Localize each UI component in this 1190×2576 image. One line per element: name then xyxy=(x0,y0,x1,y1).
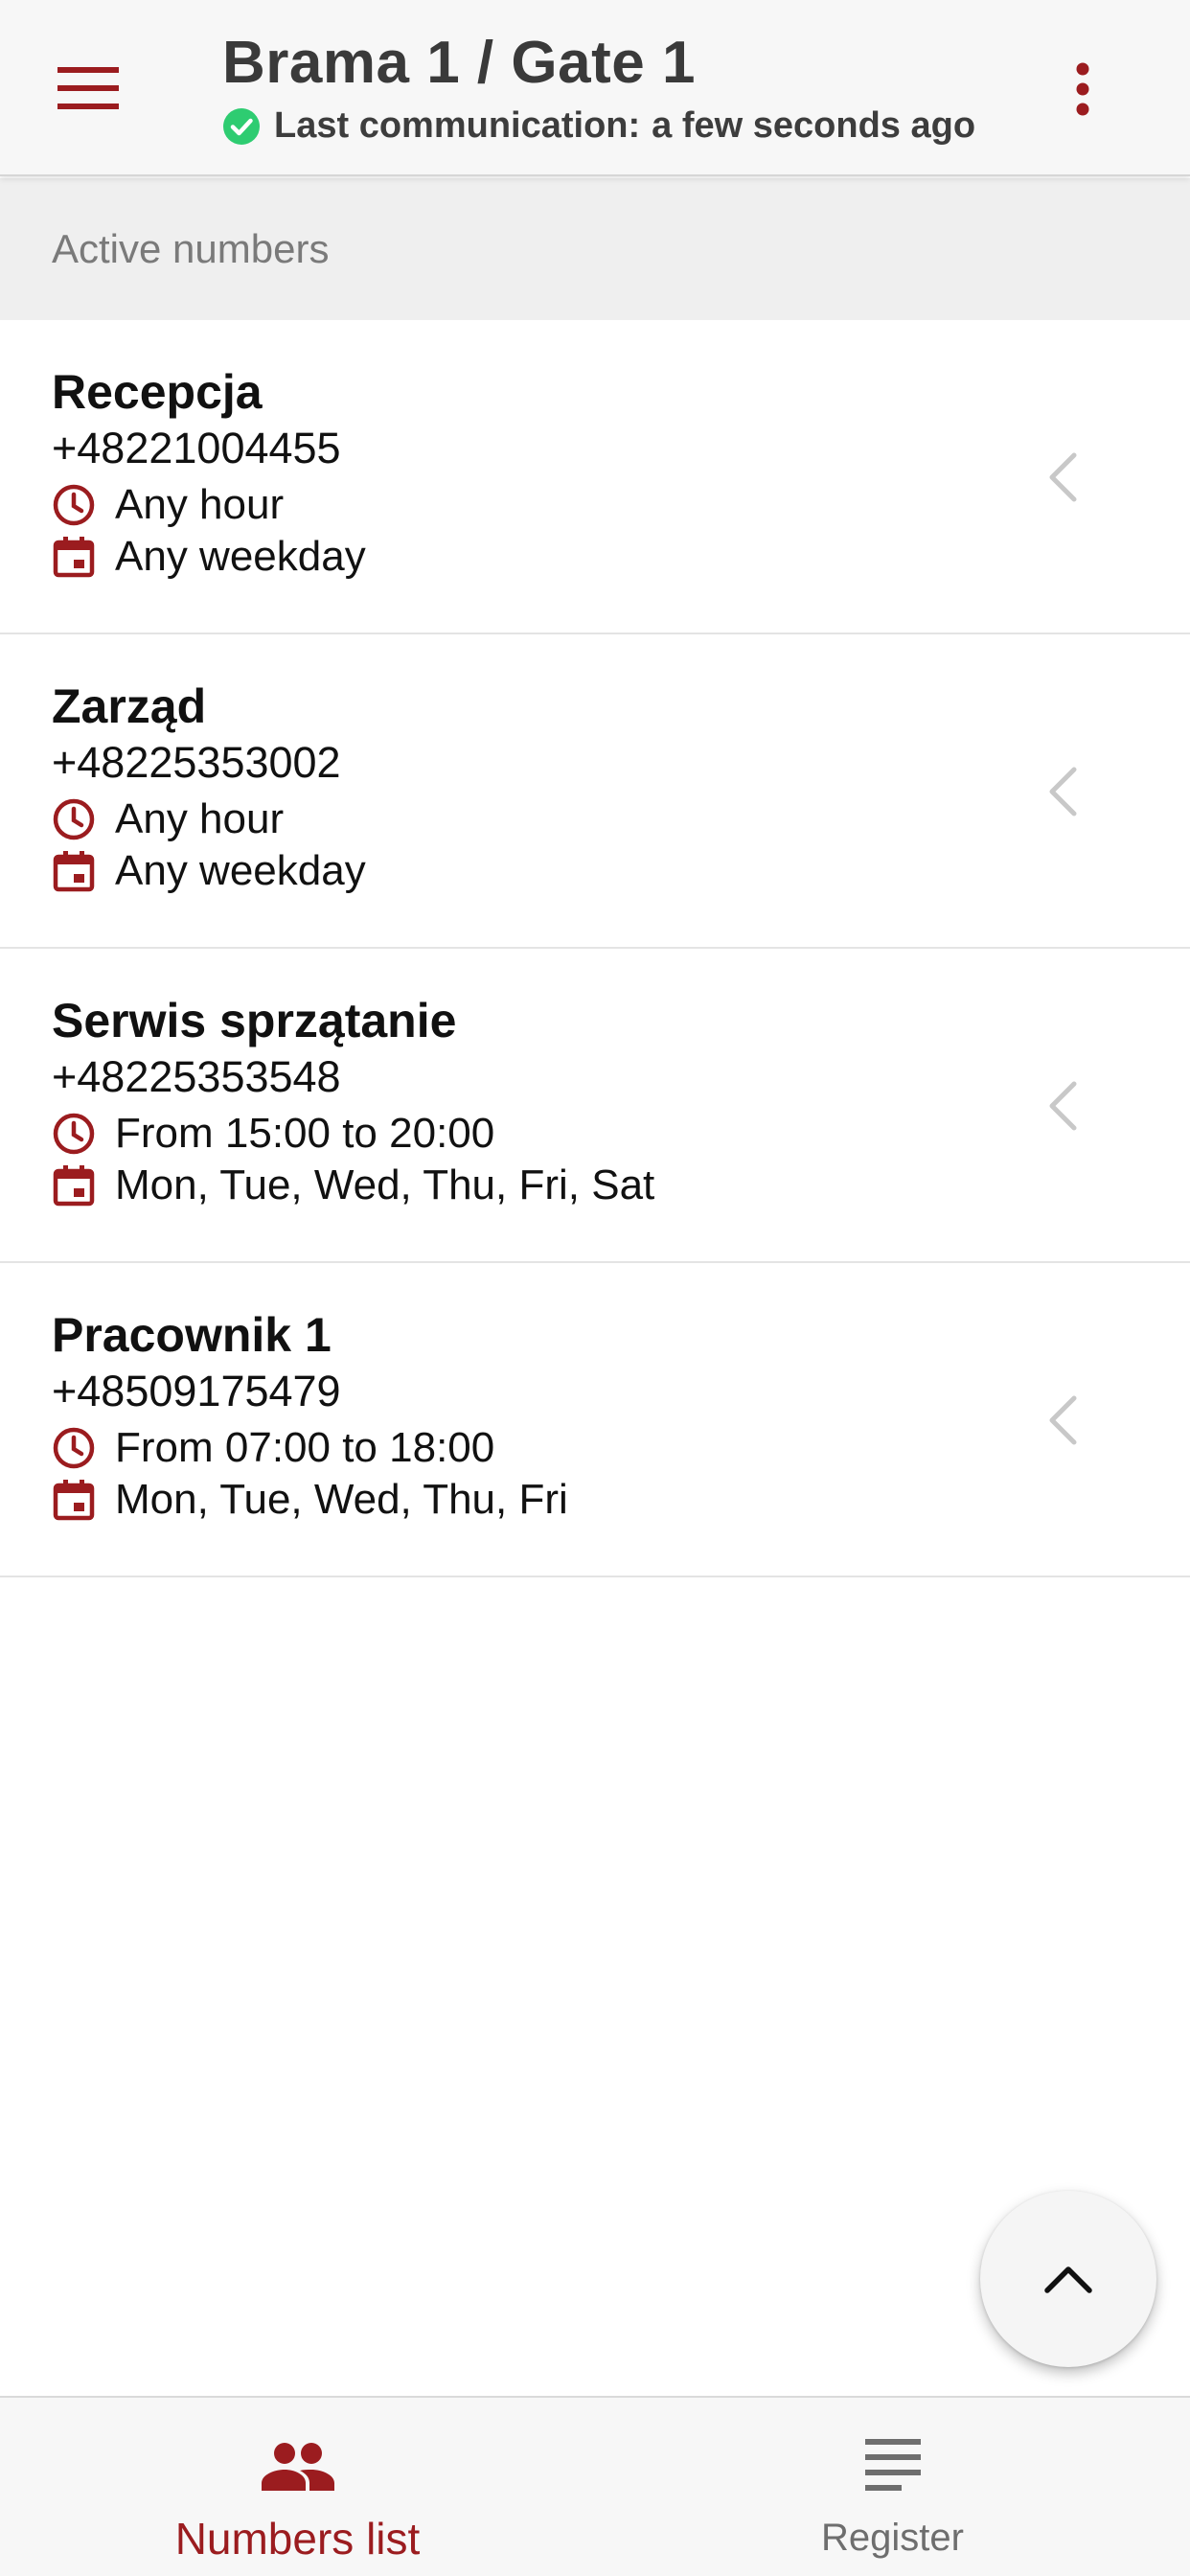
hours-text: From 15:00 to 20:00 xyxy=(115,1110,495,1157)
more-vert-icon xyxy=(1076,62,1089,116)
clock-icon xyxy=(52,483,96,527)
days-text: Any weekday xyxy=(115,533,366,580)
menu-button[interactable] xyxy=(50,59,126,117)
status-label: Last communication: xyxy=(274,105,641,146)
more-options-button[interactable] xyxy=(1052,56,1113,123)
hours-row: From 15:00 to 20:00 xyxy=(52,1110,494,1158)
days-text: Mon, Tue, Wed, Thu, Fri, Sat xyxy=(115,1162,655,1208)
bottom-navigation: Numbers list Register xyxy=(0,2396,1190,2576)
phone-number: +48509175479 xyxy=(52,1367,341,1415)
hours-text: Any hour xyxy=(115,795,285,842)
days-row: Mon, Tue, Wed, Thu, Fri, Sat xyxy=(52,1162,654,1209)
days-row: Any weekday xyxy=(52,533,366,581)
days-text: Mon, Tue, Wed, Thu, Fri xyxy=(115,1476,568,1523)
chevron-up-icon xyxy=(1044,2266,1092,2293)
calendar-icon xyxy=(52,1163,96,1208)
calendar-icon xyxy=(52,1478,96,1522)
list-item[interactable]: Pracownik 1 +48509175479 From 07:00 to 1… xyxy=(0,1263,1190,1577)
hamburger-menu-icon xyxy=(57,67,119,109)
number-name: Pracownik 1 xyxy=(52,1308,332,1362)
top-app-bar: Brama 1 / Gate 1 Last communication: a f… xyxy=(0,0,1190,176)
chevron-left-icon[interactable] xyxy=(1039,763,1087,820)
list-item[interactable]: Serwis sprzątanie +48225353548 From 15:0… xyxy=(0,949,1190,1263)
days-text: Any weekday xyxy=(115,847,366,894)
tab-label: Numbers list xyxy=(174,2514,421,2564)
chevron-left-icon[interactable] xyxy=(1039,448,1087,506)
hours-row: Any hour xyxy=(52,481,284,529)
phone-number: +48225353002 xyxy=(52,738,341,787)
chevron-left-icon[interactable] xyxy=(1039,1077,1087,1135)
check-circle-icon xyxy=(223,107,260,145)
active-numbers-list: Recepcja +48221004455 Any hour Any weekd… xyxy=(0,320,1190,1577)
hours-text: From 07:00 to 18:00 xyxy=(115,1424,495,1471)
phone-number: +48221004455 xyxy=(52,424,341,472)
people-icon xyxy=(261,2432,334,2499)
chevron-left-icon[interactable] xyxy=(1039,1392,1087,1449)
hours-row: Any hour xyxy=(52,795,284,843)
clock-icon xyxy=(52,1426,96,1470)
list-item[interactable]: Recepcja +48221004455 Any hour Any weekd… xyxy=(0,320,1190,634)
calendar-icon xyxy=(52,535,96,579)
hours-row: From 07:00 to 18:00 xyxy=(52,1424,494,1472)
number-name: Serwis sprzątanie xyxy=(52,994,457,1047)
page-title: Brama 1 / Gate 1 xyxy=(222,30,696,96)
tab-numbers-list[interactable]: Numbers list xyxy=(0,2398,595,2576)
number-name: Recepcja xyxy=(52,365,263,419)
last-communication-status: Last communication: a few seconds ago xyxy=(222,105,975,147)
hours-text: Any hour xyxy=(115,481,285,528)
tab-register[interactable]: Register xyxy=(595,2398,1190,2576)
list-item[interactable]: Zarząd +48225353002 Any hour Any weekday xyxy=(0,634,1190,949)
number-name: Zarząd xyxy=(52,679,207,733)
tab-label: Register xyxy=(821,2517,964,2559)
scroll-up-button[interactable] xyxy=(980,2191,1156,2367)
days-row: Any weekday xyxy=(52,847,366,895)
section-header-active-numbers: Active numbers xyxy=(0,178,1190,320)
status-value: a few seconds ago xyxy=(652,105,976,146)
list-lines-icon xyxy=(864,2432,921,2499)
clock-icon xyxy=(52,1112,96,1156)
phone-number: +48225353548 xyxy=(52,1052,341,1101)
days-row: Mon, Tue, Wed, Thu, Fri xyxy=(52,1476,568,1524)
clock-icon xyxy=(52,797,96,841)
calendar-icon xyxy=(52,849,96,893)
